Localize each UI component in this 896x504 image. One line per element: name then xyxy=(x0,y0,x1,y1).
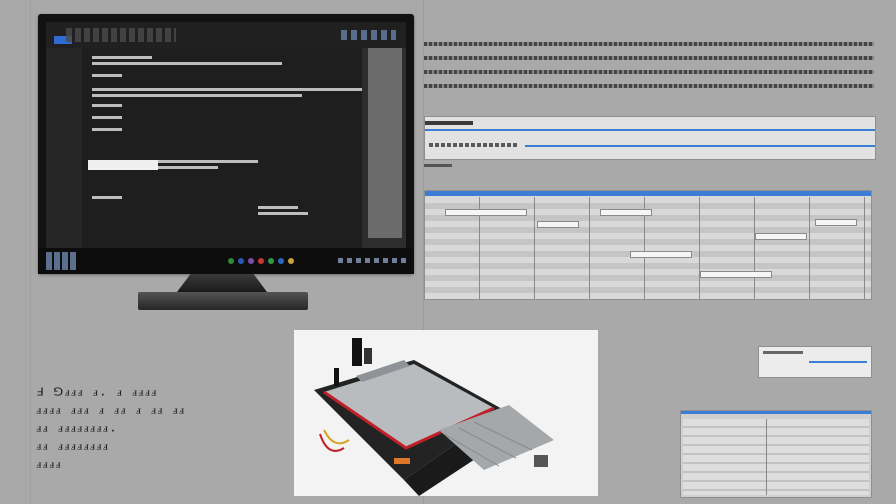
secondary-table-divider xyxy=(766,419,767,495)
table-header-bar xyxy=(425,191,871,196)
blurred-text-row xyxy=(424,56,874,60)
table-cell[interactable] xyxy=(755,233,807,240)
small-label xyxy=(424,164,452,167)
secondary-table-rows xyxy=(683,419,869,495)
table-cell[interactable] xyxy=(445,209,527,216)
status-dot-purple xyxy=(248,258,254,264)
status-dot-blue xyxy=(238,258,244,264)
bezel-icon-cluster xyxy=(46,252,76,270)
table-cell[interactable] xyxy=(630,251,692,258)
window-accent-bar xyxy=(425,129,875,131)
saw-foot xyxy=(534,455,548,467)
screen-text-line xyxy=(92,88,362,91)
screen-highlight-box xyxy=(88,160,158,170)
saw-guard-knob xyxy=(364,348,372,364)
screen-text-line xyxy=(92,196,122,199)
monitor-stand xyxy=(138,292,308,310)
data-table-window xyxy=(424,190,872,300)
browser-window xyxy=(424,116,876,160)
status-dot-blue-2 xyxy=(278,258,284,264)
blurred-text-row xyxy=(424,84,874,88)
table-cell[interactable] xyxy=(537,221,579,228)
screen-window-controls xyxy=(341,30,396,40)
left-edge-line xyxy=(30,0,31,504)
caption-line-3: ⅎⅎ ⅎⅎⅎⅎⅎⅎⅎⅎ. xyxy=(36,422,118,435)
screen-text-line xyxy=(258,206,298,209)
screen-sidebar xyxy=(46,48,82,248)
dialog-title xyxy=(763,351,803,354)
screen-right-panel xyxy=(368,48,402,238)
small-dialog xyxy=(758,346,872,378)
bezel-indicator-row xyxy=(338,258,408,263)
monitor-neck xyxy=(177,274,267,292)
table-saw-photo xyxy=(294,330,598,496)
saw-blade-guard xyxy=(352,338,362,366)
window-title xyxy=(425,121,473,125)
status-dot-green xyxy=(228,258,234,264)
caption-line-5: ⅎⅎⅎⅎ xyxy=(36,458,62,471)
caption-line-1: Ⅎ ⅁ⅎⅎⅎ ⅎ. ⅎ ⅎⅎⅎⅎ xyxy=(36,386,158,399)
table-cell[interactable] xyxy=(600,209,652,216)
screen-text-line xyxy=(258,212,308,215)
address-underline xyxy=(525,145,875,147)
status-dot-red xyxy=(258,258,264,264)
screen-text-line xyxy=(92,62,282,65)
saw-logo xyxy=(394,458,410,464)
table-cell[interactable] xyxy=(700,271,772,278)
screen-text-line xyxy=(92,94,302,97)
table-cell[interactable] xyxy=(815,219,857,226)
status-dot-green-2 xyxy=(268,258,274,264)
caption-line-2: ⅎⅎⅎⅎ ⅎⅎⅎ ⅎ ⅎⅎ ⅎ ⅎⅎ ⅎⅎ xyxy=(36,404,186,417)
monitor-screen xyxy=(46,22,406,248)
screen-toolbar xyxy=(46,22,406,48)
blurred-text-row xyxy=(424,42,874,46)
table-saw-image xyxy=(314,338,554,496)
address-text xyxy=(429,143,519,147)
monitor-bezel-bar xyxy=(38,248,414,274)
screen-text-line xyxy=(92,104,122,107)
caption-line-4: ⅎⅎ ⅎⅎⅎⅎⅎⅎⅎⅎ xyxy=(36,440,109,453)
dialog-accent xyxy=(809,361,867,363)
secondary-table-window xyxy=(680,410,872,498)
screen-text-line xyxy=(92,128,122,131)
computer-monitor xyxy=(38,14,414,274)
screen-text-line xyxy=(92,56,152,59)
status-dot-yellow xyxy=(288,258,294,264)
screen-text-line xyxy=(158,160,258,163)
screen-text-line xyxy=(92,74,122,77)
screen-text-line xyxy=(158,166,218,169)
screen-text-line xyxy=(92,116,122,119)
saw-cable xyxy=(323,429,350,445)
screen-tab-strip xyxy=(66,28,176,42)
secondary-table-header xyxy=(681,411,871,414)
saw-handle xyxy=(334,368,339,386)
blurred-text-row xyxy=(424,70,874,74)
screen-editor xyxy=(82,48,362,248)
